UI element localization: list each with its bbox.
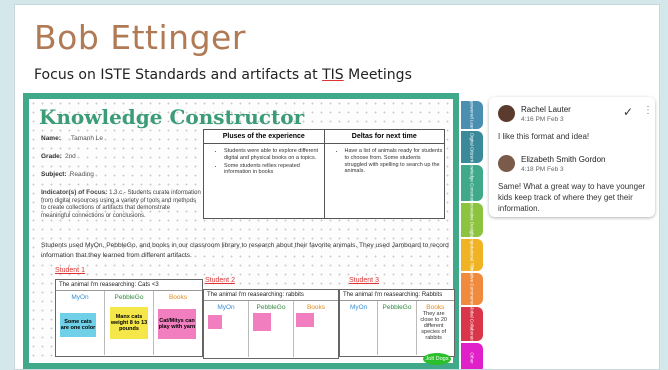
board-column: MyOn Some cats are one color xyxy=(56,291,105,355)
slide-paragraph: Students used MyOn, PebbleGo, and books … xyxy=(41,242,449,259)
board-header: The animal I'm reasearching: rabbits xyxy=(204,290,338,301)
pluses-header: Pluses of the experience xyxy=(204,130,324,144)
books-label: Books xyxy=(306,304,326,311)
pebblego-label: PebbleGo xyxy=(114,294,144,301)
board-column: Books xyxy=(294,301,338,357)
tab-digital-citizen[interactable]: Digital Citizen xyxy=(461,131,483,163)
comment-time: 4:18 PM Feb 3 xyxy=(521,166,564,173)
comment-author: Elizabeth Smith Gordon xyxy=(521,155,606,164)
board-column: MyOn xyxy=(204,301,249,357)
board-column: MyOn xyxy=(340,301,379,355)
doc-title: Bob Ettinger xyxy=(34,18,246,57)
tab-creative-communicator[interactable]: Creative Communicator xyxy=(461,265,483,313)
board-column: PebbleGo xyxy=(249,301,294,357)
comment-text: I like this format and idea! xyxy=(498,132,590,141)
myon-label: MyOn xyxy=(349,304,368,311)
subject-value: Reading xyxy=(69,171,94,178)
sticky-note[interactable]: They are close to 20 different species o… xyxy=(418,311,449,341)
tab-label: Digital Citizen xyxy=(469,133,475,161)
delta-item: Have a list of animals ready for student… xyxy=(345,148,445,175)
student-1-board: The animal I'm reasearching: Cats <3 MyO… xyxy=(55,279,203,357)
grade-label: Grade: xyxy=(41,153,62,160)
pluses-column: Pluses of the experience Students were a… xyxy=(204,130,325,218)
comment-time: 4:16 PM Feb 3 xyxy=(521,116,564,123)
avatar xyxy=(498,105,515,122)
more-vert-icon[interactable]: ⋮ xyxy=(643,105,653,116)
name-value: Tamanh Le xyxy=(70,135,104,142)
sticky-note[interactable]: Manx cats weight 8 to 13 pounds xyxy=(110,307,148,339)
pebblego-label: PebbleGo xyxy=(382,304,412,311)
subject-field: Subject: Reading xyxy=(41,171,94,178)
board-header: The animal I'm reasearching: Rabbits xyxy=(340,290,454,301)
avatar xyxy=(498,155,515,172)
name-field: Name: Tamanh Le xyxy=(41,135,103,142)
focus-label: Indicator(s) of Focus: xyxy=(41,189,108,196)
doc-subtitle: Focus on ISTE Standards and artifacts at… xyxy=(34,67,412,83)
plus-item: Students were able to explore different … xyxy=(224,148,324,162)
sticky-note[interactable] xyxy=(208,315,222,329)
student-1-label[interactable]: Student 1 xyxy=(55,267,85,274)
grade-value: 2nd xyxy=(64,153,76,160)
sticky-note[interactable]: Cat/Mitys can play with yarn xyxy=(158,309,196,339)
board-column: Books They are close to 20 different spe… xyxy=(417,301,454,355)
student-2-label[interactable]: Student 2 xyxy=(205,277,235,284)
embedded-slide[interactable]: Knowledge Constructor Name: Tamanh Le Gra… xyxy=(23,93,459,369)
green-note[interactable]: Jolt Dogs xyxy=(423,353,451,365)
student-3-board: The animal I'm reasearching: Rabbits MyO… xyxy=(339,289,455,357)
tab-empowered-learner[interactable]: Empowered Learner xyxy=(461,95,483,135)
subject-label: Subject: xyxy=(41,171,67,178)
deltas-header: Deltas for next time xyxy=(324,130,444,144)
pebblego-label: PebbleGo xyxy=(256,304,286,311)
myon-label: MyOn xyxy=(71,294,89,301)
tab-other[interactable]: Other xyxy=(461,343,483,369)
tab-knowledge-constructor[interactable]: Knowledge Constructor xyxy=(461,160,483,206)
comment-text: Same! What a great way to have younger k… xyxy=(498,182,646,213)
board-header: The animal I'm reasearching: Cats <3 xyxy=(56,280,202,291)
focus-block: Indicator(s) of Focus: 1.3.c - Students … xyxy=(41,189,201,220)
student-2-board: The animal I'm reasearching: rabbits MyO… xyxy=(203,289,339,359)
tab-global-collaborator[interactable]: Global Collaborator xyxy=(461,304,483,344)
plus-item: Some students rellies repeated informati… xyxy=(224,163,324,177)
pluses-deltas-table: Pluses of the experience Students were a… xyxy=(203,129,445,219)
tab-label: Global Collaborator xyxy=(469,304,475,344)
student-3-label[interactable]: Student 3 xyxy=(349,277,379,284)
subtitle-text-end: Meetings xyxy=(343,67,412,83)
check-icon[interactable]: ✓ xyxy=(623,105,633,119)
sticky-note[interactable] xyxy=(296,313,314,327)
grade-field: Grade: 2nd xyxy=(41,153,76,160)
books-label: Books xyxy=(426,304,445,311)
subtitle-text: Focus on ISTE Standards and artifacts at xyxy=(34,67,323,83)
comment-thread[interactable]: Rachel Lauter 4:16 PM Feb 3 ✓ ⋮ I like t… xyxy=(489,97,655,217)
comment-author: Rachel Lauter xyxy=(521,105,571,114)
sticky-note[interactable] xyxy=(253,313,271,331)
deltas-column: Deltas for next time Have a list of anim… xyxy=(324,130,445,218)
tab-label: Empowered Learner xyxy=(469,94,475,136)
subtitle-tis: TIS xyxy=(322,67,344,83)
name-label: Name: xyxy=(41,135,61,142)
books-label: Books xyxy=(168,294,188,301)
board-column: Books Cat/Mitys can play with yarn xyxy=(154,291,202,355)
board-column: PebbleGo Manx cats weight 8 to 13 pounds xyxy=(105,291,154,355)
tab-label: Other xyxy=(469,352,475,364)
sticky-note[interactable]: Some cats are one color xyxy=(60,313,96,337)
board-column: PebbleGo xyxy=(378,301,417,355)
slide-heading: Knowledge Constructor xyxy=(39,105,305,129)
document-page: Bob Ettinger Focus on ISTE Standards and… xyxy=(14,4,660,370)
myon-label: MyOn xyxy=(217,304,235,311)
